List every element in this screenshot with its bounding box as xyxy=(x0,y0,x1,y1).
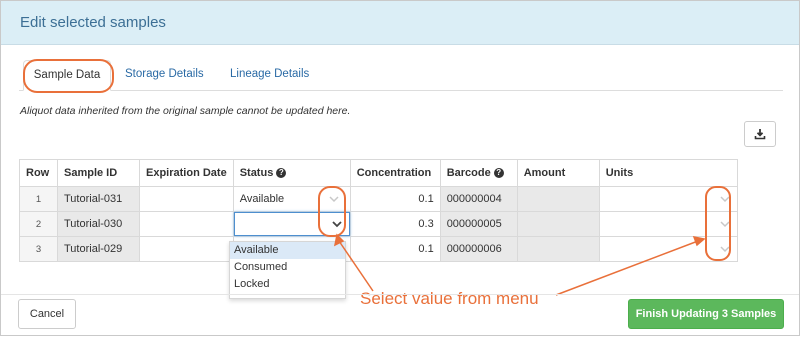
cancel-button[interactable]: Cancel xyxy=(18,299,76,329)
finish-updating-button[interactable]: Finish Updating 3 Samples xyxy=(628,299,784,329)
edit-samples-modal: Edit selected samples Sample Data Storag… xyxy=(0,0,800,336)
annotation-arrows xyxy=(333,233,706,296)
